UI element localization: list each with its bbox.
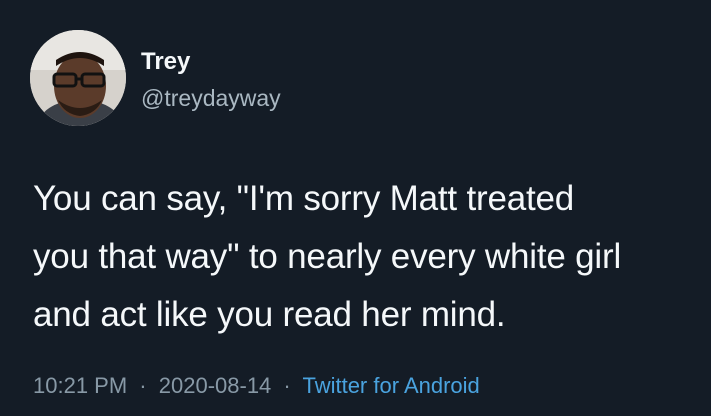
- tweet-text-line: you that way" to nearly every white girl: [33, 237, 622, 276]
- tweet-date[interactable]: 2020-08-14: [159, 373, 272, 398]
- author-name[interactable]: Trey: [141, 48, 190, 76]
- tweet-text-line: You can say, "I'm sorry Matt treated: [33, 179, 575, 218]
- tweet-metadata: 10:21 PM · 2020-08-14 · Twitter for Andr…: [33, 372, 480, 400]
- avatar-photo-icon: [30, 30, 126, 126]
- tweet-text-line: and act like you read her mind.: [33, 295, 506, 334]
- separator: ·: [139, 373, 147, 398]
- avatar[interactable]: [30, 30, 126, 126]
- tweet-text: You can say, "I'm sorry Matt treated you…: [33, 170, 693, 344]
- author-handle[interactable]: @treydayway: [141, 84, 281, 112]
- tweet-source-link[interactable]: Twitter for Android: [302, 373, 479, 398]
- separator: ·: [283, 373, 291, 398]
- tweet-card: Trey @treydayway You can say, "I'm sorry…: [0, 0, 711, 416]
- tweet-time[interactable]: 10:21 PM: [33, 373, 127, 398]
